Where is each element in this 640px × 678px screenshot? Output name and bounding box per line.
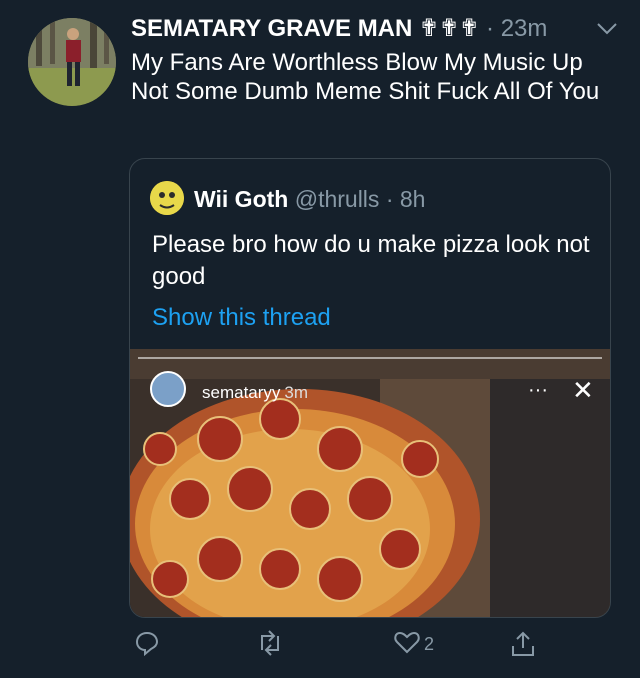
- author-avatar[interactable]: [28, 18, 116, 106]
- story-user[interactable]: semataryy 3m: [202, 383, 308, 403]
- story-more-button[interactable]: ···: [528, 379, 548, 402]
- retweet-icon: [256, 630, 284, 661]
- quoted-handle[interactable]: @thrulls: [295, 186, 380, 212]
- story-time: 3m: [284, 383, 309, 402]
- reply-button[interactable]: [134, 630, 160, 661]
- story-progress-bar: [138, 357, 602, 359]
- name-emoji: ✟✟✟: [419, 15, 480, 42]
- tweet-text: My Fans Are Worthless Blow My Music Up N…: [131, 49, 600, 105]
- quoted-text: Please bro how do u make pizza look not …: [152, 231, 590, 290]
- share-button[interactable]: [510, 630, 536, 663]
- quoted-author-name[interactable]: Wii Goth: [194, 186, 288, 212]
- like-button[interactable]: 2: [394, 630, 434, 659]
- quoted-media[interactable]: semataryy 3m ··· ✕: [130, 349, 610, 617]
- show-thread-link[interactable]: Show this thread: [152, 304, 331, 332]
- heart-icon: [394, 630, 420, 659]
- tweet-time[interactable]: 23m: [501, 15, 548, 42]
- quoted-tweet[interactable]: Wii Goth @thrulls · 8h Please bro how do…: [129, 158, 611, 618]
- story-username[interactable]: semataryy: [202, 383, 280, 402]
- retweet-button[interactable]: [256, 630, 284, 661]
- tweet-header: SEMATARY GRAVE MAN ✟✟✟ · 23m: [131, 14, 547, 44]
- quoted-header: Wii Goth @thrulls · 8h: [194, 185, 425, 213]
- share-icon: [510, 630, 536, 663]
- reply-icon: [134, 630, 160, 661]
- separator-dot: ·: [486, 15, 495, 42]
- story-user-avatar[interactable]: [150, 371, 186, 407]
- separator-dot: ·: [385, 186, 394, 212]
- tweet-actions: 2: [0, 630, 640, 670]
- like-count: 2: [424, 634, 435, 654]
- chevron-down-icon[interactable]: [596, 22, 618, 41]
- story-overlay: semataryy 3m ··· ✕: [130, 349, 610, 617]
- author-name[interactable]: SEMATARY GRAVE MAN: [131, 15, 412, 42]
- quoted-time[interactable]: 8h: [400, 186, 426, 212]
- story-close-button[interactable]: ✕: [572, 375, 594, 406]
- quoted-author-avatar[interactable]: [150, 181, 184, 215]
